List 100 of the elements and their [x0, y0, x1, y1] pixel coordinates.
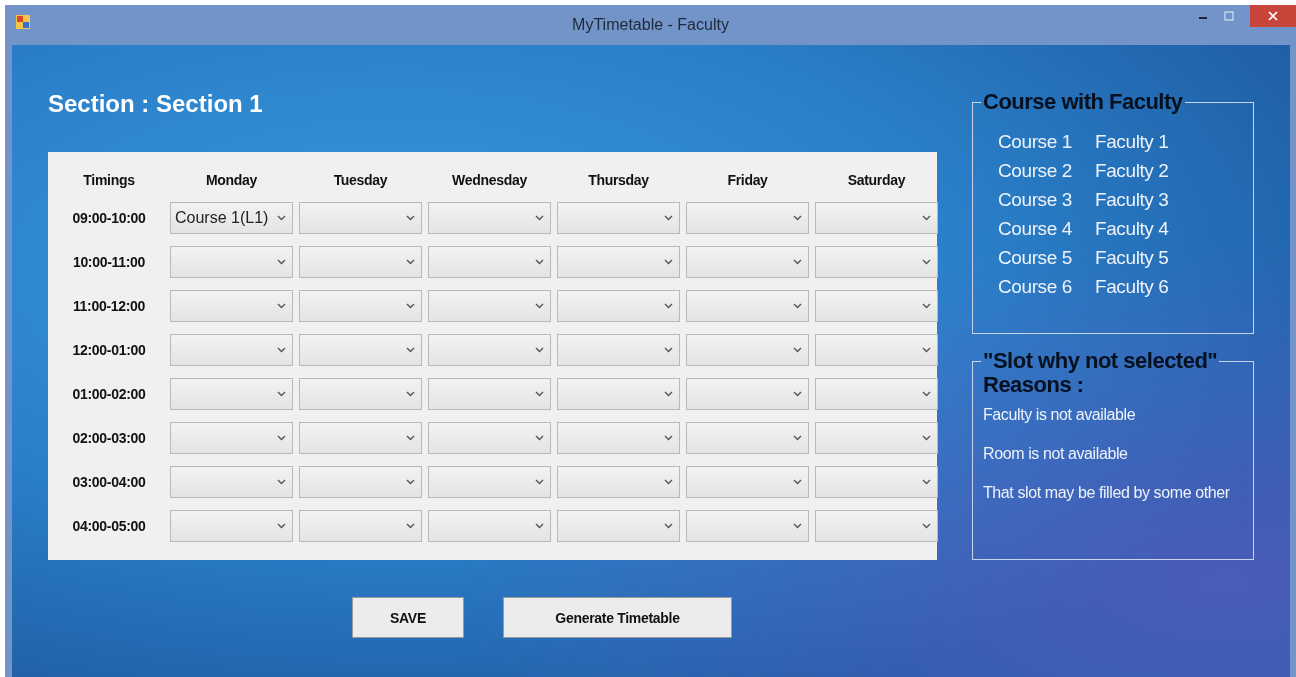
caret-icon [922, 523, 931, 529]
caret-icon [406, 391, 415, 397]
reason-text: Faculty is not available [983, 406, 1137, 424]
course-dropdown[interactable] [686, 510, 809, 542]
course-dropdown[interactable] [686, 422, 809, 454]
caret-icon [277, 303, 286, 309]
caret-icon [406, 215, 415, 221]
course-dropdown[interactable] [557, 334, 680, 366]
faculty-name: Faculty 3 [1095, 188, 1170, 211]
faculty-name: Faculty 6 [1095, 275, 1170, 298]
caret-icon [406, 435, 415, 441]
caret-icon [922, 391, 931, 397]
faculty-name: Faculty 2 [1095, 159, 1170, 182]
caret-icon [406, 303, 415, 309]
course-dropdown[interactable] [686, 466, 809, 498]
course-name: Course 6 [998, 275, 1073, 298]
column-header: Saturday [846, 172, 907, 188]
course-dropdown[interactable] [557, 246, 680, 278]
course-dropdown[interactable] [815, 334, 938, 366]
course-dropdown[interactable] [170, 290, 293, 322]
course-dropdown[interactable] [557, 422, 680, 454]
course-dropdown[interactable] [299, 378, 422, 410]
caret-icon [922, 303, 931, 309]
caret-icon [793, 391, 802, 397]
course-dropdown[interactable] [299, 466, 422, 498]
course-dropdown[interactable] [299, 290, 422, 322]
caret-icon [793, 479, 802, 485]
course-dropdown[interactable] [170, 466, 293, 498]
course-dropdown[interactable] [170, 378, 293, 410]
course-dropdown[interactable] [815, 510, 938, 542]
caret-icon [664, 391, 673, 397]
course-dropdown[interactable] [686, 378, 809, 410]
course-dropdown[interactable] [299, 202, 422, 234]
caret-icon [793, 215, 802, 221]
course-dropdown[interactable] [428, 510, 551, 542]
course-dropdown[interactable]: Course 1(L1) [170, 202, 293, 234]
course-dropdown[interactable] [815, 378, 938, 410]
generate-button[interactable]: Generate Timetable [503, 597, 732, 638]
course-dropdown[interactable] [686, 334, 809, 366]
close-button[interactable] [1250, 5, 1296, 27]
course-dropdown[interactable] [170, 510, 293, 542]
time-label: 12:00-01:00 [71, 342, 147, 358]
course-dropdown[interactable] [815, 466, 938, 498]
course-dropdown[interactable] [428, 334, 551, 366]
course-dropdown[interactable] [428, 202, 551, 234]
course-dropdown[interactable] [299, 334, 422, 366]
caret-icon [922, 435, 931, 441]
caret-icon [277, 435, 286, 441]
course-dropdown[interactable] [170, 422, 293, 454]
column-header: Timings [82, 172, 136, 188]
caret-icon [793, 435, 802, 441]
window-title: MyTimetable - Faculty [572, 16, 729, 34]
course-dropdown[interactable] [170, 246, 293, 278]
course-dropdown[interactable] [686, 290, 809, 322]
caret-icon [277, 391, 286, 397]
course-dropdown[interactable] [299, 422, 422, 454]
course-dropdown[interactable] [686, 202, 809, 234]
course-dropdown[interactable] [815, 246, 938, 278]
caret-icon [406, 347, 415, 353]
course-dropdown[interactable] [428, 422, 551, 454]
time-label: 01:00-02:00 [71, 386, 147, 402]
course-dropdown[interactable] [557, 510, 680, 542]
course-name: Course 2 [998, 159, 1073, 182]
caret-icon [535, 435, 544, 441]
save-button[interactable]: SAVE [352, 597, 464, 638]
course-dropdown[interactable] [428, 290, 551, 322]
course-dropdown[interactable] [428, 378, 551, 410]
course-dropdown[interactable] [428, 246, 551, 278]
course-dropdown[interactable] [299, 246, 422, 278]
course-name: Course 1 [998, 130, 1073, 153]
course-name: Course 4 [998, 217, 1073, 240]
course-dropdown[interactable] [557, 202, 680, 234]
course-dropdown[interactable] [557, 466, 680, 498]
caret-icon [535, 215, 544, 221]
caret-icon [277, 347, 286, 353]
time-label: 11:00-12:00 [71, 298, 147, 314]
course-dropdown[interactable] [686, 246, 809, 278]
course-dropdown[interactable] [815, 290, 938, 322]
course-dropdown[interactable] [428, 466, 551, 498]
caret-icon [664, 435, 673, 441]
caret-icon [922, 259, 931, 265]
course-dropdown[interactable] [815, 422, 938, 454]
time-label: 09:00-10:00 [71, 210, 147, 226]
course-dropdown[interactable] [170, 334, 293, 366]
group-title: Course with Faculty [983, 89, 1183, 114]
caret-icon [406, 479, 415, 485]
section-title: Section : Section 1 [48, 89, 264, 119]
caret-icon [793, 259, 802, 265]
course-dropdown[interactable] [299, 510, 422, 542]
caret-icon [793, 303, 802, 309]
caret-icon [535, 259, 544, 265]
caret-icon [922, 215, 931, 221]
column-header: Wednesday [451, 172, 528, 188]
course-dropdown[interactable] [557, 290, 680, 322]
column-header: Friday [726, 172, 769, 188]
caret-icon [277, 215, 286, 221]
caret-icon [664, 303, 673, 309]
course-dropdown[interactable] [557, 378, 680, 410]
column-header: Thursday [587, 172, 650, 188]
course-dropdown[interactable] [815, 202, 938, 234]
